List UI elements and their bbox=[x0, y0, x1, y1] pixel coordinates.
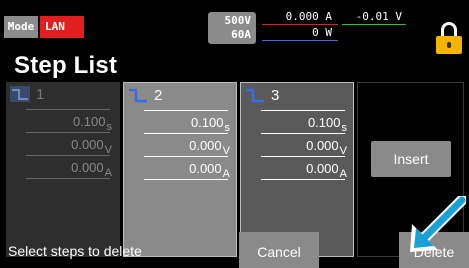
step-time: 0.100s bbox=[190, 115, 230, 134]
step-voltage: 0.000V bbox=[306, 138, 347, 157]
step-voltage: 0.000V bbox=[189, 138, 230, 157]
page-title: Step List bbox=[14, 52, 118, 79]
pointer-arrow-icon bbox=[410, 196, 466, 252]
measured-power: 0 W bbox=[312, 26, 332, 39]
step-card-1[interactable]: 1 0.100s 0.000V 0.000A bbox=[6, 82, 120, 257]
step-card-3[interactable]: 3 0.100s 0.000V 0.000A bbox=[240, 82, 354, 257]
step-number: 1 bbox=[36, 86, 45, 103]
rating-voltage: 500V bbox=[224, 14, 252, 27]
step-icon bbox=[246, 88, 264, 103]
current-underline bbox=[262, 24, 338, 25]
measured-voltage: -0.01 V bbox=[355, 10, 402, 23]
step-time: 0.100s bbox=[72, 114, 112, 133]
step-voltage: 0.000V bbox=[71, 137, 112, 156]
mode-badge[interactable]: Mode bbox=[4, 16, 38, 38]
lan-badge: LAN bbox=[40, 16, 84, 38]
step-icon bbox=[10, 86, 30, 102]
cancel-button[interactable]: Cancel bbox=[239, 232, 319, 268]
voltage-underline bbox=[342, 24, 406, 25]
step-time: 0.100s bbox=[307, 115, 347, 134]
step-number: 3 bbox=[271, 87, 280, 104]
power-underline bbox=[262, 40, 338, 41]
rating-badge: 500V 60A bbox=[208, 12, 256, 44]
step-current: 0.000A bbox=[189, 161, 230, 180]
lock-icon[interactable] bbox=[436, 22, 462, 54]
step-current: 0.000A bbox=[71, 160, 112, 179]
insert-button[interactable]: Insert bbox=[371, 141, 451, 177]
step-card-2[interactable]: 2 0.100s 0.000V 0.000A bbox=[123, 82, 237, 257]
measured-current: 0.000 A bbox=[285, 10, 332, 23]
rating-current: 60A bbox=[231, 28, 251, 41]
hint-text: Select steps to delete bbox=[8, 243, 142, 259]
step-current: 0.000A bbox=[306, 161, 347, 180]
step-icon bbox=[129, 88, 147, 103]
step-number: 2 bbox=[154, 87, 163, 104]
